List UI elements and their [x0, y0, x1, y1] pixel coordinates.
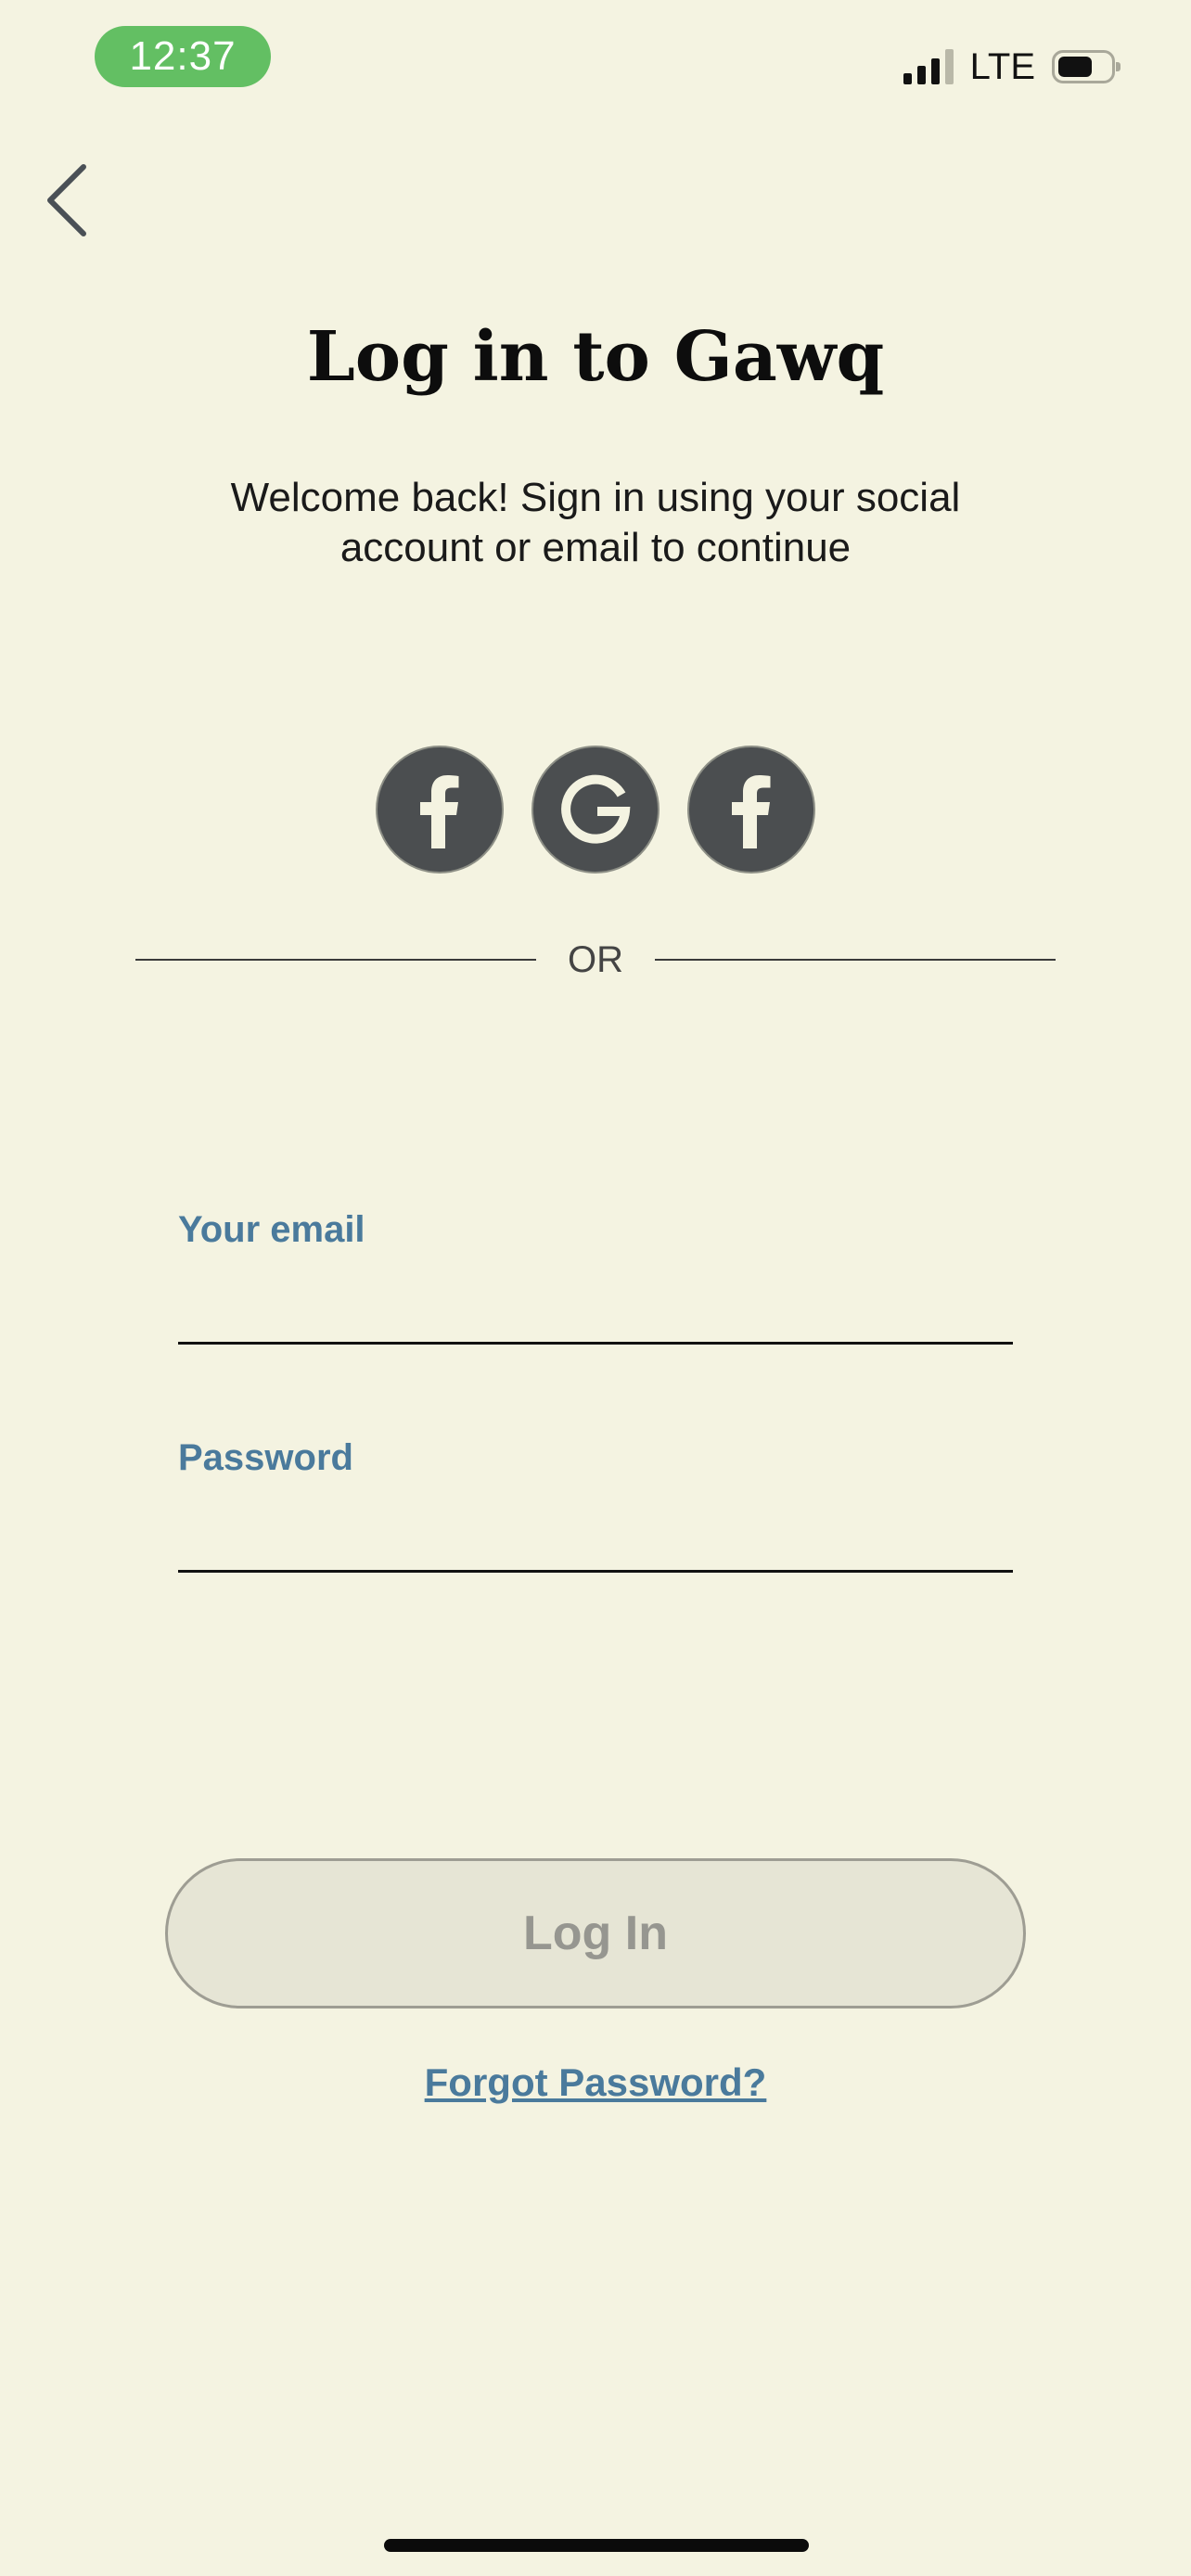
or-divider: OR [135, 937, 1056, 983]
login-button[interactable]: Log In [165, 1858, 1026, 2009]
social-login-row [0, 746, 1191, 874]
page-subtitle: Welcome back! Sign in using your social … [230, 475, 961, 570]
password-input[interactable] [178, 1497, 1013, 1573]
facebook-icon [420, 775, 459, 848]
page-title: Log in to Gawq [306, 317, 885, 397]
google-login-button[interactable] [531, 746, 660, 874]
network-label: LTE [969, 46, 1035, 87]
home-indicator[interactable] [384, 2539, 809, 2552]
email-field-group: Your email [178, 1204, 1013, 1345]
email-input[interactable] [178, 1269, 1013, 1345]
status-time: 12:37 [95, 26, 271, 87]
email-label: Your email [178, 1209, 365, 1250]
facebook-login-button[interactable] [376, 746, 504, 874]
facebook-icon [732, 775, 771, 848]
signal-icon [903, 49, 954, 84]
google-icon [561, 774, 631, 844]
facebook-login-button-secondary[interactable] [687, 746, 815, 874]
back-button[interactable] [37, 158, 104, 243]
divider-line-left [135, 959, 536, 961]
password-field-group: Password [178, 1432, 1013, 1573]
battery-icon [1052, 50, 1121, 83]
password-label: Password [178, 1437, 353, 1478]
status-indicators: LTE [903, 45, 1121, 89]
or-label: OR [568, 938, 623, 980]
forgot-password-link[interactable]: Forgot Password? [0, 2060, 1191, 2105]
divider-line-right [655, 959, 1056, 961]
chevron-left-icon [47, 164, 86, 236]
